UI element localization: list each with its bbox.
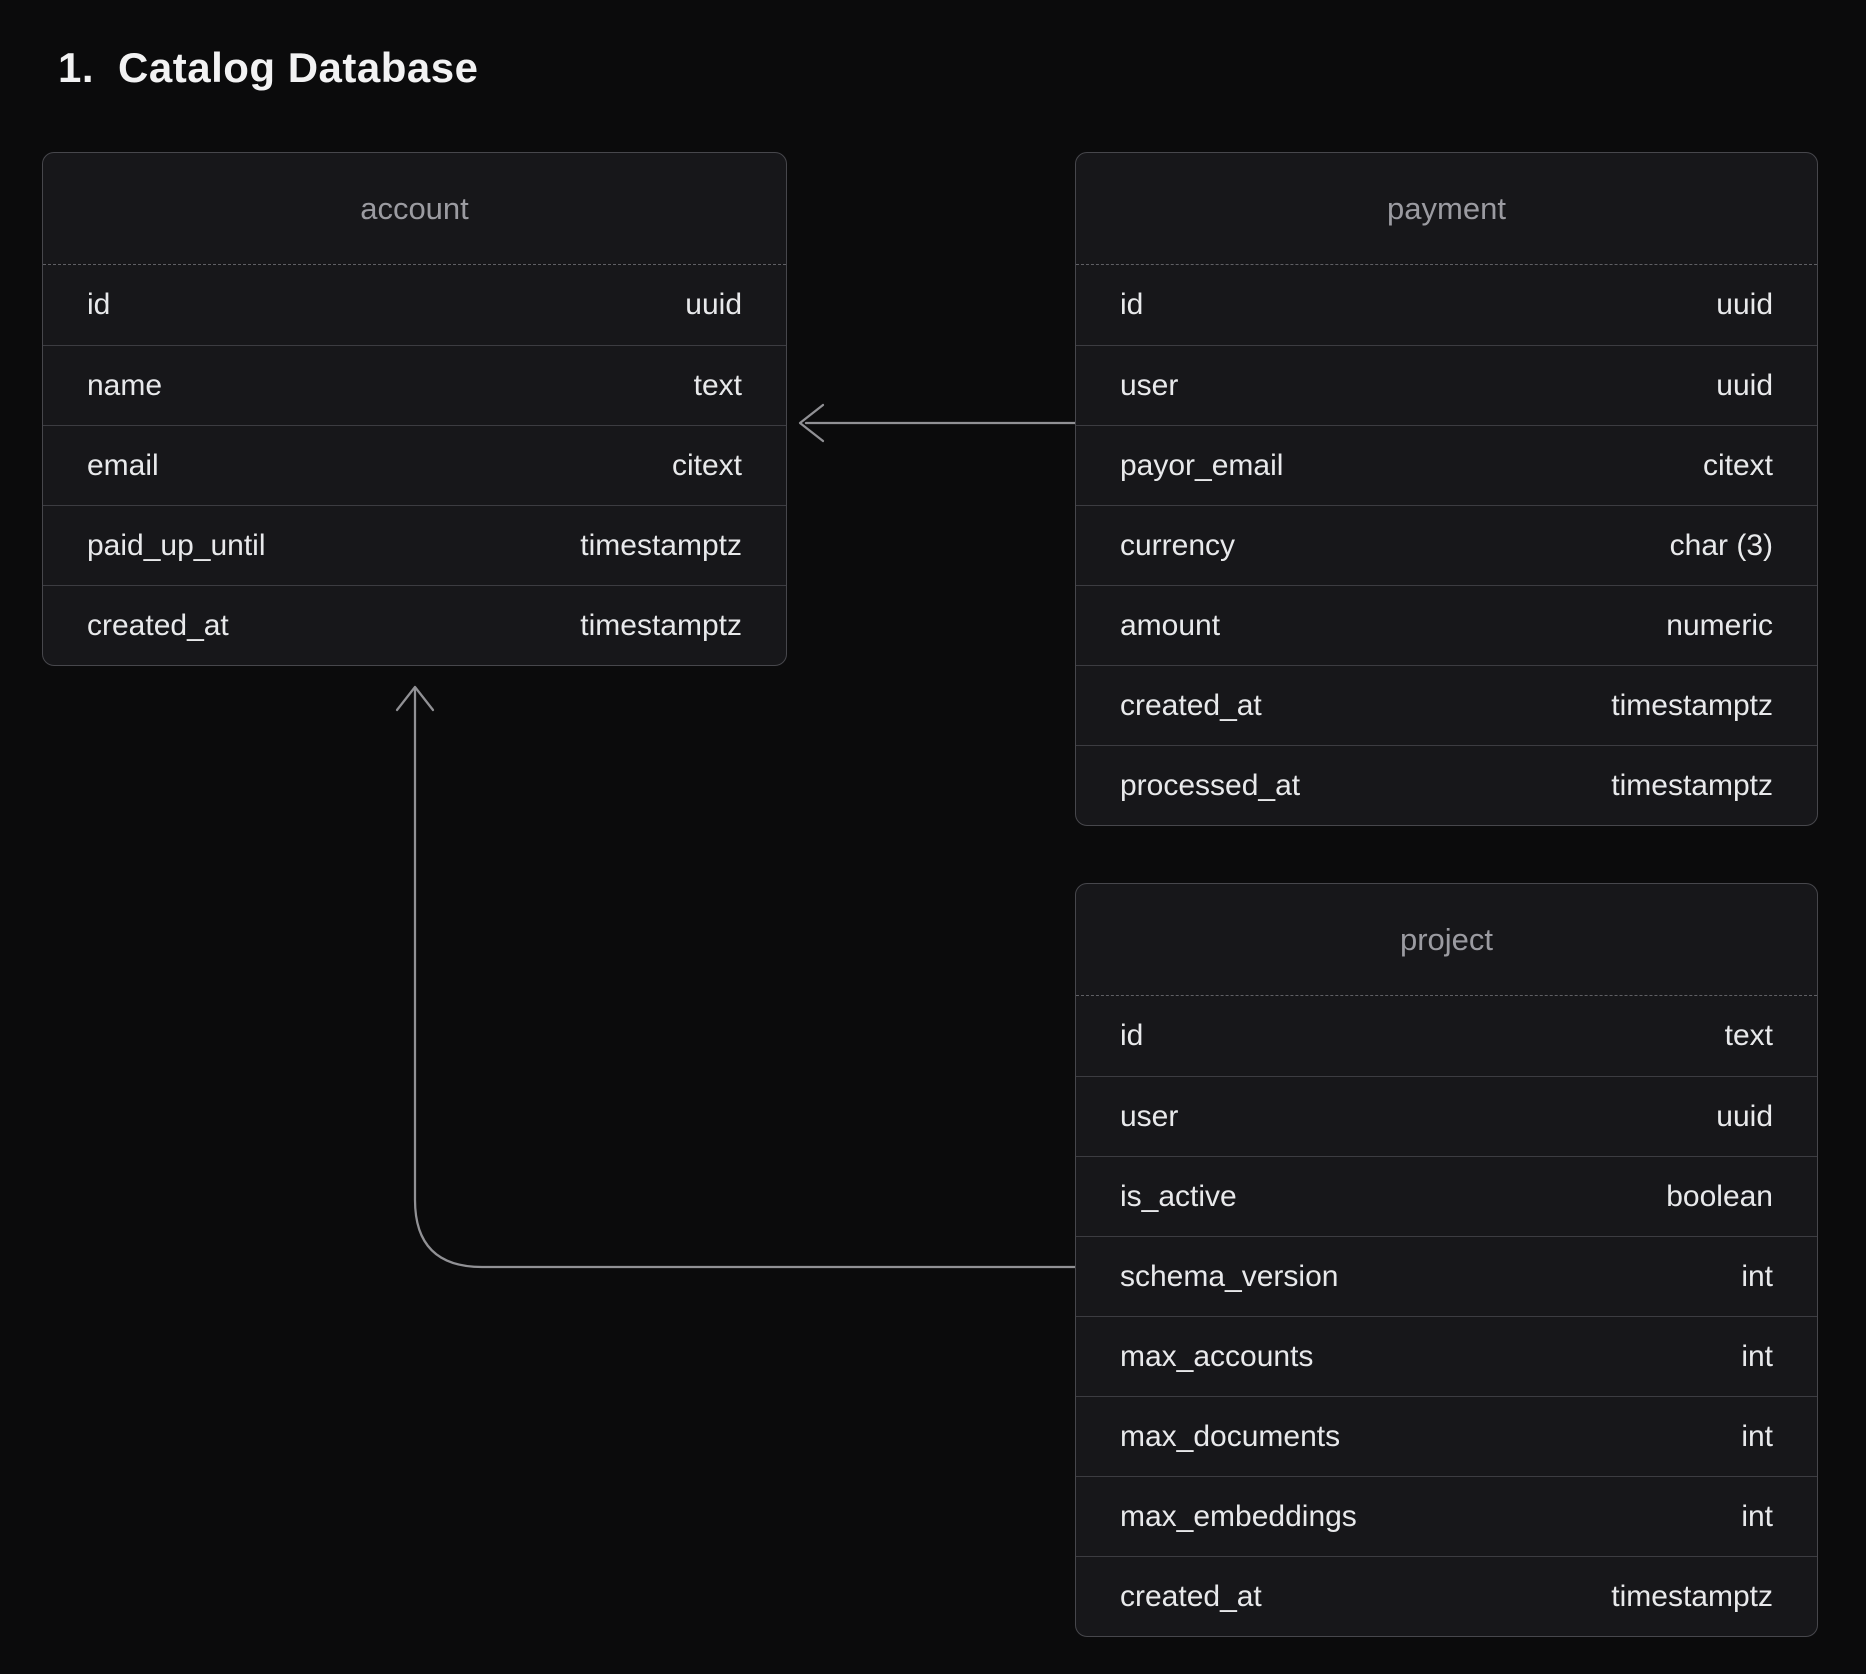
field-name: email xyxy=(87,449,159,483)
field-row[interactable]: paid_up_until timestamptz xyxy=(43,505,786,585)
field-row[interactable]: currency char (3) xyxy=(1076,505,1817,585)
field-name: max_accounts xyxy=(1120,1340,1313,1374)
field-type: uuid xyxy=(1716,288,1773,322)
field-row[interactable]: payor_email citext xyxy=(1076,425,1817,505)
field-name: currency xyxy=(1120,529,1235,563)
field-name: processed_at xyxy=(1120,769,1300,803)
table-header[interactable]: payment xyxy=(1076,153,1817,265)
relation-payment-account[interactable] xyxy=(800,405,1075,441)
field-name: is_active xyxy=(1120,1180,1237,1214)
field-row[interactable]: name text xyxy=(43,345,786,425)
relation-line[interactable] xyxy=(415,690,1075,1267)
table-title: project xyxy=(1400,922,1493,958)
field-row[interactable]: id uuid xyxy=(43,265,786,345)
field-name: max_documents xyxy=(1120,1420,1340,1454)
field-type: timestamptz xyxy=(1611,689,1773,723)
field-type: char (3) xyxy=(1670,529,1773,563)
field-name: id xyxy=(1120,288,1143,322)
field-type: int xyxy=(1741,1340,1773,1374)
field-type: text xyxy=(1725,1019,1773,1053)
table-payment[interactable]: payment id uuid user uuid payor_email citext cu… xyxy=(1075,152,1818,826)
field-row[interactable]: id text xyxy=(1076,996,1817,1076)
field-name: user xyxy=(1120,369,1178,403)
field-row[interactable]: user uuid xyxy=(1076,1076,1817,1156)
field-row[interactable]: created_at timestamptz xyxy=(1076,1556,1817,1636)
table-account[interactable]: account id uuid name text email citext paid_up_… xyxy=(42,152,787,666)
field-name: id xyxy=(1120,1019,1143,1053)
field-row[interactable]: email citext xyxy=(43,425,786,505)
field-row[interactable]: id uuid xyxy=(1076,265,1817,345)
table-header[interactable]: account xyxy=(43,153,786,265)
field-name: user xyxy=(1120,1100,1178,1134)
table-project[interactable]: project id text user uuid is_active boolean sch… xyxy=(1075,883,1818,1637)
field-row[interactable]: max_embeddings int xyxy=(1076,1476,1817,1556)
field-name: id xyxy=(87,288,110,322)
field-type: uuid xyxy=(1716,369,1773,403)
field-row[interactable]: created_at timestamptz xyxy=(1076,665,1817,745)
field-type: citext xyxy=(672,449,742,483)
field-name: amount xyxy=(1120,609,1220,643)
field-row[interactable]: max_accounts int xyxy=(1076,1316,1817,1396)
field-name: name xyxy=(87,369,162,403)
field-type: int xyxy=(1741,1260,1773,1294)
field-name: created_at xyxy=(87,609,229,643)
field-type: timestamptz xyxy=(580,529,742,563)
table-title: payment xyxy=(1387,191,1506,227)
field-row[interactable]: max_documents int xyxy=(1076,1396,1817,1476)
field-type: int xyxy=(1741,1500,1773,1534)
field-type: numeric xyxy=(1666,609,1773,643)
field-type: timestamptz xyxy=(1611,1580,1773,1614)
field-type: uuid xyxy=(685,288,742,322)
field-type: int xyxy=(1741,1420,1773,1454)
field-name: max_embeddings xyxy=(1120,1500,1357,1534)
field-name: created_at xyxy=(1120,1580,1262,1614)
field-row[interactable]: schema_version int xyxy=(1076,1236,1817,1316)
field-name: created_at xyxy=(1120,689,1262,723)
relation-project-account[interactable] xyxy=(397,687,1075,1267)
field-type: timestamptz xyxy=(580,609,742,643)
field-type: citext xyxy=(1703,449,1773,483)
field-row[interactable]: processed_at timestamptz xyxy=(1076,745,1817,825)
table-title: account xyxy=(360,191,469,227)
field-name: schema_version xyxy=(1120,1260,1338,1294)
field-name: payor_email xyxy=(1120,449,1283,483)
field-type: uuid xyxy=(1716,1100,1773,1134)
field-type: timestamptz xyxy=(1611,769,1773,803)
field-row[interactable]: is_active boolean xyxy=(1076,1156,1817,1236)
field-row[interactable]: created_at timestamptz xyxy=(43,585,786,665)
field-type: text xyxy=(694,369,742,403)
field-row[interactable]: user uuid xyxy=(1076,345,1817,425)
erd-canvas: 1. Catalog Database accountiduuidnametex… xyxy=(0,0,1866,1674)
table-header[interactable]: project xyxy=(1076,884,1817,996)
field-name: paid_up_until xyxy=(87,529,266,563)
field-type: boolean xyxy=(1666,1180,1773,1214)
field-row[interactable]: amount numeric xyxy=(1076,585,1817,665)
